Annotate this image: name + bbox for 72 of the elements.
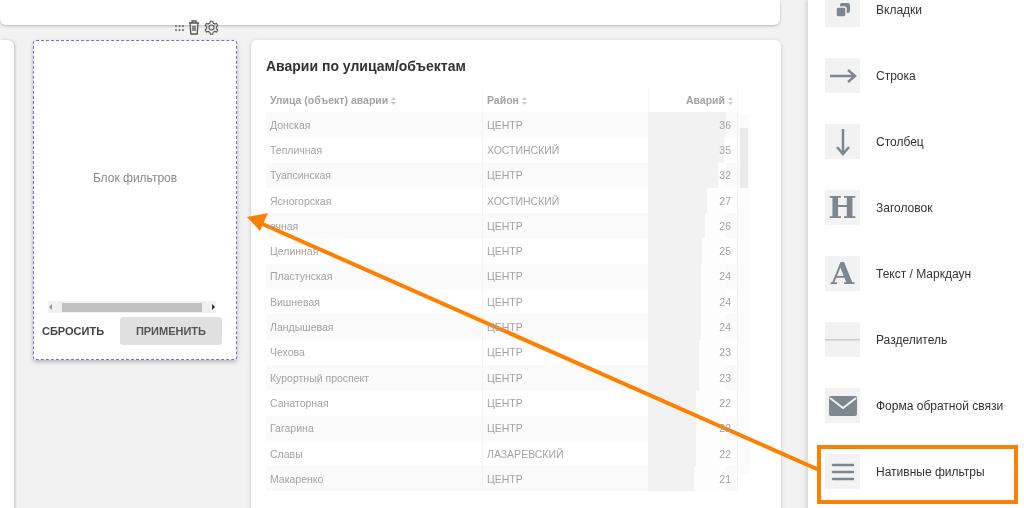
- table-cell: Тепличная: [270, 143, 323, 156]
- table-cell: ЦЕНТР: [487, 118, 523, 131]
- apply-button[interactable]: ПРИМЕНИТЬ: [119, 317, 222, 345]
- table-cell: Вишневая: [270, 295, 320, 308]
- table-cell-text: 27: [719, 194, 732, 207]
- menu-icon: [830, 462, 855, 481]
- table-cell: ХОСТИНСКИЙ: [487, 143, 560, 156]
- sort-icon[interactable]: [391, 97, 397, 106]
- table-cell: ЦЕНТР: [487, 270, 523, 283]
- trash-icon[interactable]: [188, 20, 200, 35]
- table-cell: ЦЕНТР: [487, 295, 523, 308]
- table-cell: ЦЕНТР: [487, 219, 523, 232]
- table-cell-text: 22: [719, 396, 732, 409]
- table-cell: ЦЕНТР: [487, 245, 523, 258]
- table-cell-text: 22: [719, 447, 732, 460]
- table-cell: ЦЕНТР: [487, 422, 523, 435]
- heading-icon: H: [828, 190, 857, 225]
- scroll-left-icon[interactable]: [48, 304, 54, 310]
- table-cell-text: 25: [719, 245, 732, 258]
- table-cell: Целинная: [270, 245, 319, 258]
- table-cell: Ландышевая: [270, 321, 334, 333]
- table-cell: ЦЕНТР: [487, 472, 523, 485]
- card-title: Аварии по улицам/объектам: [266, 58, 467, 74]
- table-cell: ечная: [270, 219, 299, 232]
- table-cell-text: 24: [719, 270, 732, 283]
- table-cell: Курортный проспект: [270, 371, 370, 384]
- sort-icon[interactable]: [728, 97, 733, 106]
- table-cell: Гагарина: [270, 422, 314, 435]
- table-cell-text: 36: [719, 118, 732, 131]
- table-cell-text: 21: [719, 472, 732, 485]
- scroll-right-icon[interactable]: [210, 304, 216, 310]
- table-cell-text: 23: [719, 346, 732, 359]
- table-cell-text: 35: [719, 143, 732, 156]
- table-cell: Славы: [270, 447, 303, 460]
- table-cell: Ясногорская: [270, 194, 332, 207]
- component-item[interactable]: Форма обратной связи: [876, 398, 1004, 413]
- table-cell: Чехова: [270, 346, 305, 359]
- filter-block-label: Блок фильтров: [92, 171, 178, 185]
- vertical-scrollbar[interactable]: [738, 114, 750, 474]
- component-item[interactable]: Разделитель: [876, 332, 948, 347]
- arrow-right-icon: [828, 68, 857, 83]
- arrow-down-icon: [835, 127, 850, 156]
- envelope-icon: [828, 395, 857, 416]
- component-item[interactable]: Нативные фильтры: [876, 464, 985, 479]
- table-cell-text: 26: [719, 219, 732, 232]
- table-cell: ХОСТИНСКИЙ: [487, 194, 560, 207]
- table-cell: ЛАЗАРЕВСКИЙ: [487, 447, 564, 460]
- table-cell: ЦЕНТР: [487, 169, 523, 182]
- table-cell-text: 32: [719, 169, 732, 182]
- reset-button[interactable]: СБРОСИТЬ: [40, 317, 107, 345]
- table-cell: Туапсинская: [270, 169, 331, 182]
- table-cell-text: 24: [719, 321, 732, 333]
- component-item[interactable]: Вкладки: [876, 2, 923, 17]
- sort-icon[interactable]: [521, 97, 527, 106]
- table-cell-text: 24: [719, 295, 732, 308]
- component-item[interactable]: Заголовок: [876, 200, 933, 215]
- table-cell: Донская: [270, 118, 311, 131]
- settings-icon[interactable]: [204, 20, 219, 35]
- table-cell: Санаторная: [270, 396, 329, 409]
- drag-handle-icon[interactable]: [175, 24, 184, 31]
- component-item[interactable]: Столбец: [876, 134, 924, 149]
- text-icon: A: [830, 256, 855, 291]
- table-cell: ЦЕНТР: [487, 371, 523, 384]
- component-item[interactable]: Строка: [876, 68, 916, 83]
- horizontal-scrollbar[interactable]: [48, 301, 216, 313]
- table-cell: ЦЕНТР: [487, 346, 523, 359]
- table-cell: Пластунская: [270, 270, 333, 283]
- table-cell: Макаренко: [270, 472, 324, 485]
- component-item[interactable]: Текст / Маркдаун: [876, 266, 972, 281]
- table-cell: ЦЕНТР: [487, 396, 523, 409]
- line-icon: [825, 338, 860, 341]
- table-cell-text: 23: [719, 371, 732, 384]
